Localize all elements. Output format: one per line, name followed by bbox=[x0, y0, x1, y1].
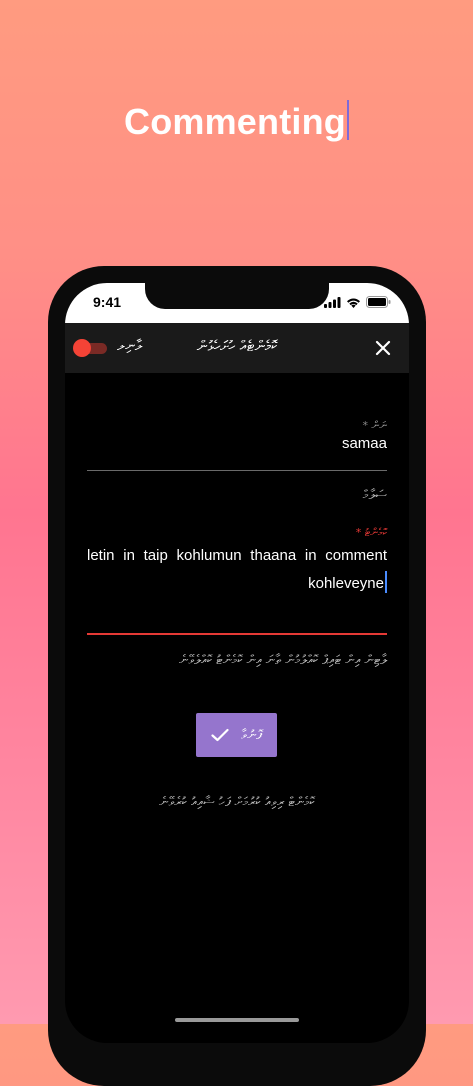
latin-toggle[interactable] bbox=[73, 339, 107, 357]
headline-text: Commenting bbox=[124, 101, 346, 142]
comment-caret bbox=[385, 571, 387, 593]
app-bar: ލާނިލ ކޮމެންޓެއް ހުށަހެޅުން bbox=[65, 323, 409, 373]
headline-caret bbox=[347, 100, 349, 140]
name-field-label: ނަން * bbox=[363, 419, 388, 433]
status-time: 9:41 bbox=[93, 294, 122, 310]
comment-input[interactable]: letin in taip kohlumun thaana in comment… bbox=[87, 542, 387, 598]
status-bar: 9:41 bbox=[65, 283, 409, 323]
error-text: ލާޓިން އިން ޓައިޕް ކޮއްލުމުން ތާނަ އިން … bbox=[179, 653, 387, 668]
wifi-icon bbox=[347, 298, 360, 308]
name-required-marker: * bbox=[362, 419, 369, 432]
app-bar-title: ކޮމެންޓެއް ހުށަހެޅުން bbox=[196, 337, 278, 355]
hint-text: ސަލާމް bbox=[362, 488, 387, 503]
signal-icon bbox=[324, 296, 341, 308]
headline: Commenting bbox=[0, 100, 473, 143]
phone-screen: 9:41 ލާނިލ ކޮމެންޓެއް ހުށަހެޅުން ނަން * … bbox=[65, 283, 409, 1043]
comment-field-underline bbox=[87, 633, 387, 635]
home-indicator bbox=[175, 1018, 299, 1022]
toggle-thumb bbox=[73, 339, 91, 357]
footer-note: ކޮމެންޓް ރިވިއު ކުރުމަށް ފަހު ޝާއިއު ކުރ… bbox=[159, 795, 315, 810]
notch bbox=[145, 283, 329, 309]
name-field-underline bbox=[87, 470, 387, 471]
battery-icon bbox=[366, 296, 391, 308]
comment-required-marker: * bbox=[355, 526, 362, 539]
name-label-text: ނަން bbox=[371, 419, 388, 432]
close-button[interactable] bbox=[373, 338, 393, 358]
submit-button[interactable]: ފޮނުވާ bbox=[196, 713, 277, 757]
submit-label: ފޮނުވާ bbox=[241, 727, 262, 743]
comment-label-text: ކޮމެންޓު bbox=[364, 526, 387, 539]
close-icon bbox=[375, 340, 391, 356]
comment-field-label: ކޮމެންޓު * bbox=[356, 526, 387, 540]
name-input[interactable]: samaa bbox=[342, 435, 387, 452]
status-icons bbox=[324, 296, 391, 308]
toggle-label: ލާނިލ bbox=[117, 338, 143, 354]
check-icon bbox=[211, 728, 229, 742]
comment-input-text: letin in taip kohlumun thaana in comment… bbox=[87, 547, 387, 592]
